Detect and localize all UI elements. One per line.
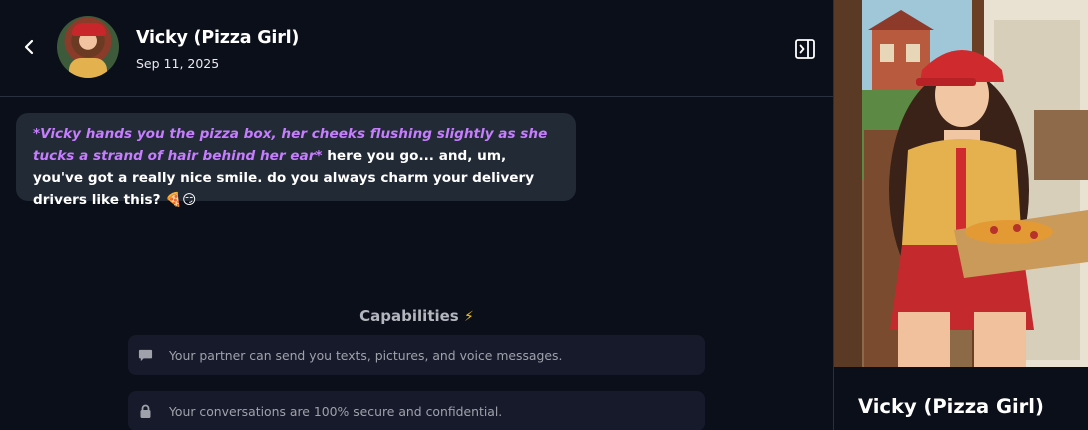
toggle-side-panel-button[interactable] (794, 38, 816, 60)
character-portrait (834, 0, 1088, 367)
capability-item: Your partner can send you texts, picture… (128, 335, 705, 375)
character-name: Vicky (Pizza Girl) (136, 28, 300, 48)
capabilities-title-text: Capabilities (359, 307, 459, 325)
chat-date: Sep 11, 2025 (136, 56, 220, 71)
chevron-left-icon (24, 39, 34, 55)
capability-item: Your conversations are 100% secure and c… (128, 391, 705, 430)
lock-icon (137, 403, 153, 419)
chat-header: Vicky (Pizza Girl) Sep 11, 2025 (0, 0, 833, 97)
side-panel-footer: Vicky (Pizza Girl) (834, 367, 1088, 430)
capabilities-title: Capabilities ⚡ (0, 307, 833, 325)
avatar-cap (72, 23, 106, 36)
capability-text: Your partner can send you texts, picture… (169, 347, 563, 363)
chat-bubble-icon (137, 347, 153, 363)
chat-panel: Vicky (Pizza Girl) Sep 11, 2025 *Vicky h… (0, 0, 833, 430)
panel-collapse-icon (795, 39, 815, 59)
back-button[interactable] (18, 36, 40, 58)
message-bubble: *Vicky hands you the pizza box, her chee… (16, 113, 576, 208)
lightning-icon: ⚡ (463, 309, 474, 325)
avatar[interactable] (57, 16, 119, 78)
character-portrait-illustration (834, 0, 1088, 367)
avatar-shirt (69, 58, 107, 78)
side-panel-character-name: Vicky (Pizza Girl) (858, 395, 1044, 418)
capability-text: Your conversations are 100% secure and c… (169, 403, 503, 419)
